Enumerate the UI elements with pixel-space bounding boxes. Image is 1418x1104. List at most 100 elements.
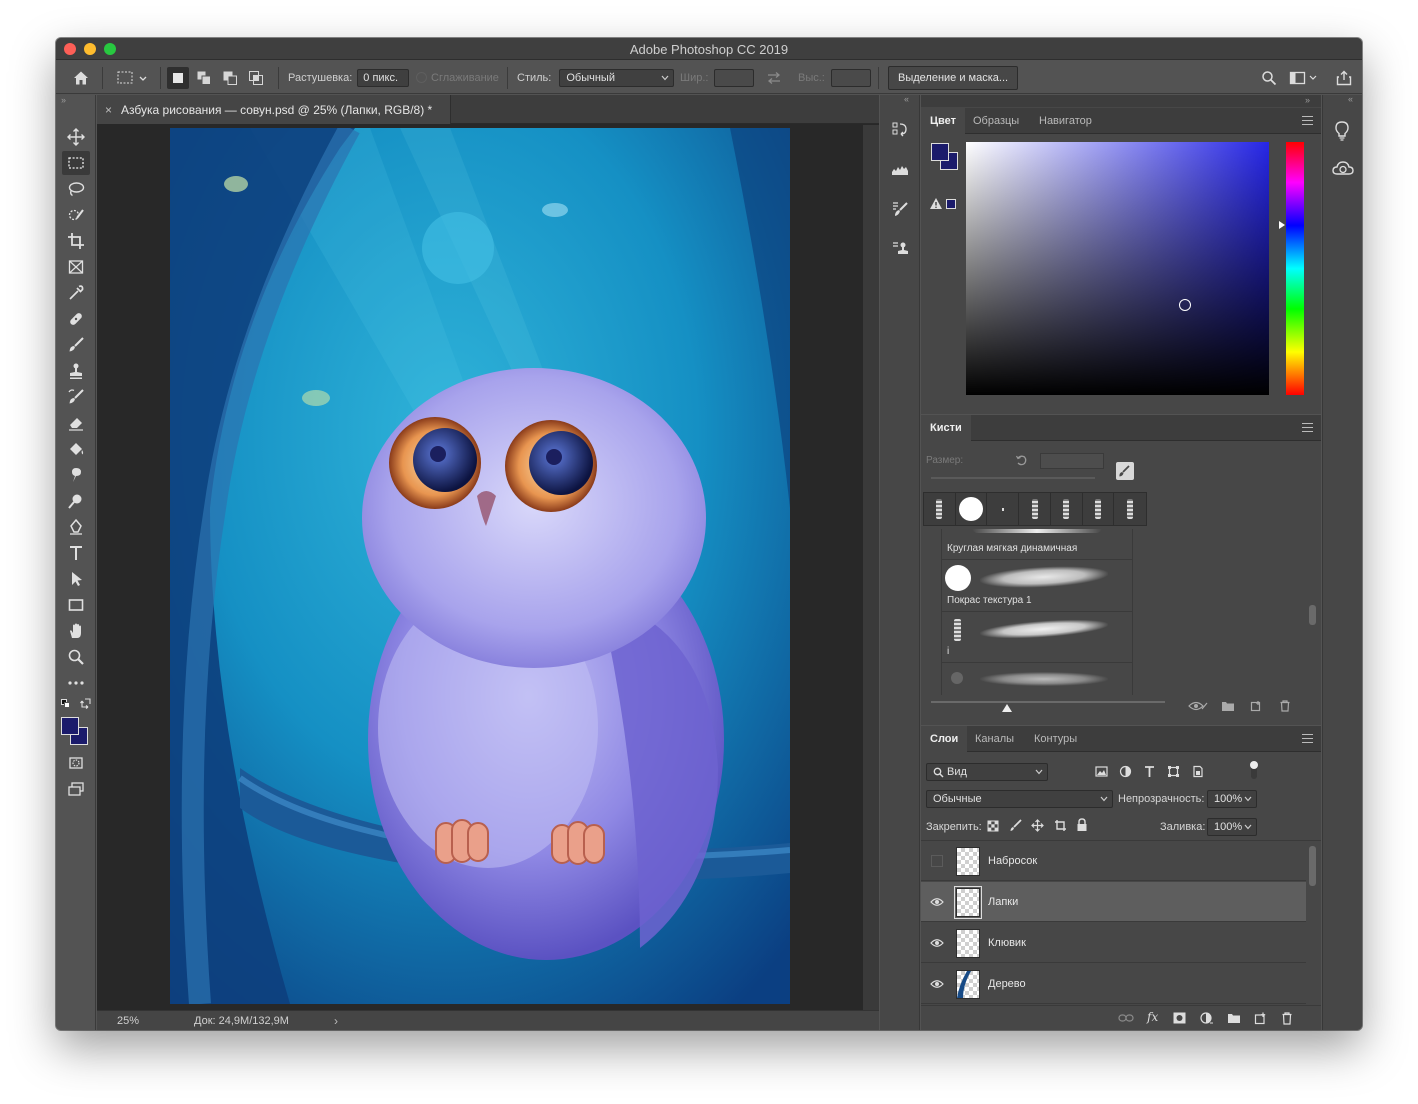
quick-select-tool-icon[interactable] (62, 203, 90, 227)
collapse-toolbar-icon[interactable]: ›› (61, 95, 66, 105)
swap-width-height-icon[interactable] (763, 67, 785, 89)
lasso-tool-icon[interactable] (62, 177, 90, 201)
canvas-artwork[interactable] (170, 128, 790, 1004)
foreground-color-swatch[interactable] (61, 717, 79, 735)
toggle-brush-preview-icon[interactable] (1188, 700, 1208, 712)
histogram-icon[interactable] (887, 156, 913, 182)
recent-brush-7[interactable] (1114, 493, 1146, 525)
layer-row[interactable]: Набросок (921, 841, 1306, 881)
style-dropdown[interactable]: Обычный (559, 68, 675, 87)
collapse-panels-icon[interactable]: ›› (921, 95, 1321, 107)
collapse-column-icon[interactable]: ‹‹ (904, 94, 909, 104)
tab-swatches[interactable]: Образцы (964, 108, 1028, 134)
antialias-checkbox[interactable] (416, 72, 427, 83)
brush-tool-icon[interactable] (62, 333, 90, 357)
stamp-tool-icon[interactable] (62, 359, 90, 383)
recent-brush-1[interactable] (924, 493, 956, 525)
new-selection-icon[interactable] (167, 67, 189, 89)
add-to-selection-icon[interactable] (193, 67, 215, 89)
collapse-right-column-icon[interactable]: ‹‹ (1348, 94, 1353, 104)
share-icon[interactable] (1333, 67, 1355, 89)
new-preset-icon[interactable] (1250, 700, 1262, 712)
marquee-tool-icon[interactable] (62, 151, 90, 175)
healing-tool-icon[interactable] (62, 307, 90, 331)
recent-brush-4[interactable] (1019, 493, 1051, 525)
brush-preset-item[interactable]: i (942, 613, 1132, 663)
canvas-scrollbar[interactable] (863, 125, 879, 1010)
hue-slider[interactable] (1286, 142, 1304, 395)
out-of-gamut-warning-icon[interactable] (929, 197, 943, 210)
web-safe-swatch[interactable] (946, 199, 956, 209)
layers-scrollbar[interactable] (1309, 846, 1316, 886)
eye-icon[interactable] (930, 895, 944, 909)
search-icon[interactable] (1258, 67, 1280, 89)
color-picker-cursor[interactable] (1179, 299, 1191, 311)
lock-position-icon[interactable] (1031, 819, 1044, 832)
filter-adjustment-icon[interactable] (1119, 765, 1132, 778)
learn-lightbulb-icon[interactable] (1332, 120, 1352, 145)
new-group-icon[interactable] (1221, 700, 1235, 712)
tab-layers[interactable]: Слои (921, 726, 968, 752)
libraries-icon[interactable] (1332, 161, 1354, 180)
eye-icon[interactable] (930, 977, 944, 991)
crop-tool-icon[interactable] (62, 229, 90, 253)
new-brush-button[interactable] (1116, 462, 1134, 480)
brush-list-scrollbar[interactable] (1309, 605, 1316, 625)
brush-size-input[interactable] (1040, 453, 1104, 469)
quick-mask-icon[interactable] (62, 751, 90, 775)
visibility-toggle-empty[interactable] (930, 854, 944, 868)
layer-row[interactable]: Дерево (921, 964, 1306, 1004)
close-tab-icon[interactable]: × (105, 103, 112, 117)
rectangle-tool-icon[interactable] (62, 593, 90, 617)
brush-preview-size-thumb[interactable] (1002, 704, 1012, 712)
tab-channels[interactable]: Каналы (966, 726, 1023, 752)
link-layers-icon[interactable] (1118, 1013, 1134, 1023)
paint-bucket-tool-icon[interactable] (62, 437, 90, 461)
tab-paths[interactable]: Контуры (1025, 726, 1086, 752)
tab-brushes[interactable]: Кисти (921, 415, 971, 441)
lock-transparent-pixels-icon[interactable] (987, 820, 999, 832)
tab-color[interactable]: Цвет (921, 108, 966, 134)
add-mask-icon[interactable] (1173, 1012, 1186, 1024)
subtract-from-selection-icon[interactable] (219, 67, 241, 89)
recent-brush-2[interactable] (956, 493, 988, 525)
lock-image-pixels-icon[interactable] (1009, 819, 1022, 832)
panel-menu-icon[interactable] (1302, 116, 1313, 125)
filter-toggle-switch[interactable] (1250, 761, 1258, 779)
status-menu-chevron-icon[interactable]: › (334, 1014, 338, 1028)
brush-preset-item[interactable]: Покрас текстура 1 (942, 561, 1132, 612)
document-tab[interactable]: × Азбука рисования — совун.psd @ 25% (Ла… (97, 95, 451, 124)
layer-row-selected[interactable]: Лапки (921, 882, 1306, 922)
recent-brush-6[interactable] (1083, 493, 1115, 525)
clone-source-icon[interactable] (887, 236, 913, 262)
pen-tool-icon[interactable] (62, 515, 90, 539)
trash-icon[interactable] (1279, 700, 1291, 712)
hue-slider-marker[interactable] (1279, 221, 1285, 229)
filter-smart-object-icon[interactable] (1191, 765, 1204, 778)
zoom-level[interactable]: 25% (117, 1015, 177, 1027)
new-layer-icon[interactable] (1254, 1012, 1267, 1025)
history-brush-tool-icon[interactable] (62, 385, 90, 409)
screen-mode-icon[interactable] (62, 777, 90, 801)
eraser-tool-icon[interactable] (62, 411, 90, 435)
color-field[interactable] (966, 142, 1269, 395)
width-input[interactable] (714, 68, 755, 87)
path-select-tool-icon[interactable] (62, 567, 90, 591)
opacity-input[interactable]: 100% (1207, 790, 1257, 808)
tab-navigator[interactable]: Навигатор (1030, 108, 1101, 134)
smudge-tool-icon[interactable] (62, 463, 90, 487)
lock-artboard-icon[interactable] (1054, 819, 1067, 832)
zoom-tool-icon[interactable] (62, 645, 90, 669)
height-input[interactable] (830, 68, 871, 87)
marquee-preset-picker[interactable] (114, 67, 150, 89)
type-tool-icon[interactable] (62, 541, 90, 565)
brush-preset-item[interactable] (942, 664, 1132, 695)
home-icon[interactable] (70, 67, 92, 89)
filter-pixel-icon[interactable] (1095, 765, 1108, 778)
move-tool-icon[interactable] (62, 125, 90, 149)
reset-size-icon[interactable] (1015, 454, 1028, 467)
fx-icon[interactable]: fx (1147, 1010, 1158, 1024)
layer-row[interactable]: Клювик (921, 923, 1306, 963)
fill-input[interactable]: 100% (1207, 818, 1257, 836)
delete-layer-icon[interactable] (1281, 1012, 1293, 1025)
